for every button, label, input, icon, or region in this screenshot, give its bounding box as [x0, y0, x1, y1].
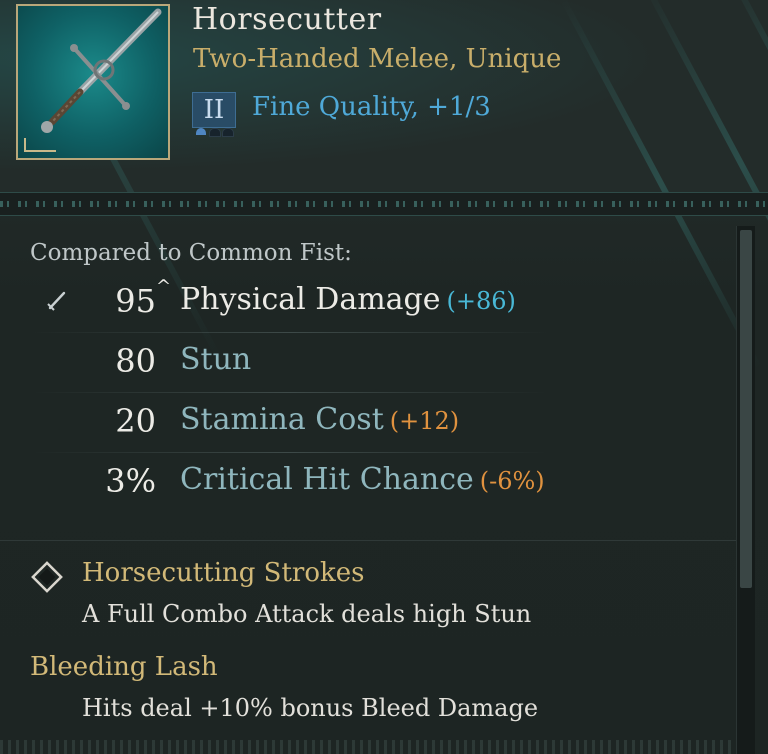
perk-description: A Full Combo Attack deals high Stun [82, 600, 532, 628]
quality-pip-empty [222, 128, 234, 137]
stat-name: Physical Damage (+86) [180, 282, 516, 317]
stat-delta: (+12) [389, 407, 460, 435]
stat-delta: (+86) [446, 287, 516, 315]
quality-text: Fine Quality, +1/3 [252, 92, 491, 122]
frame-ornament [24, 138, 56, 152]
stat-value: 3% [105, 462, 156, 500]
diamond-icon [31, 561, 63, 593]
item-header: Horsecutter Two-Handed Melee, Unique II … [0, 0, 768, 371]
comparison-label: Compared to Common Fist: [30, 240, 352, 266]
header-divider [0, 192, 768, 216]
item-thumbnail[interactable] [16, 4, 170, 160]
divider-pattern [0, 201, 768, 207]
stat-divider [30, 332, 550, 333]
scrollbar[interactable] [736, 226, 755, 754]
quality-pips [194, 126, 234, 137]
item-tooltip-panel: Horsecutter Two-Handed Melee, Unique II … [0, 0, 768, 754]
upgrade-caret: ^ [156, 276, 172, 297]
perk-description: Hits deal +10% bonus Bleed Damage [82, 694, 539, 722]
stat-divider [30, 452, 550, 453]
scrollbar-thumb[interactable] [740, 230, 752, 588]
stat-row-critical-hit-chance: 3% Critical Hit Chance (-6%) [0, 462, 560, 520]
item-type: Two-Handed Melee, Unique [193, 44, 562, 74]
quality-tier: II [192, 92, 236, 128]
perk-title: Bleeding Lash [30, 652, 218, 682]
stat-label: Stun [180, 342, 252, 377]
stat-label: Physical Damage [180, 282, 441, 317]
stat-value: 80 [115, 342, 156, 380]
stat-value: 95 [115, 282, 156, 320]
quality-pip-filled [196, 128, 206, 135]
sword-image [41, 8, 162, 133]
perk-title: Horsecutting Strokes [82, 558, 365, 588]
stat-label: Critical Hit Chance [180, 462, 474, 497]
stat-name: Stun [180, 342, 251, 377]
stat-divider [30, 392, 550, 393]
quality-pip-empty [209, 128, 221, 137]
header-streak [560, 0, 763, 371]
perks-divider [0, 540, 736, 541]
stat-value: 20 [115, 402, 156, 440]
quality-badge: II [192, 92, 236, 138]
stat-name: Stamina Cost (+12) [180, 402, 459, 437]
item-name: Horsecutter [192, 2, 382, 37]
stat-delta: (-6%) [479, 467, 545, 495]
stat-label: Stamina Cost [180, 402, 384, 437]
footer-pattern [0, 740, 736, 754]
stat-name: Critical Hit Chance (-6%) [180, 462, 545, 497]
